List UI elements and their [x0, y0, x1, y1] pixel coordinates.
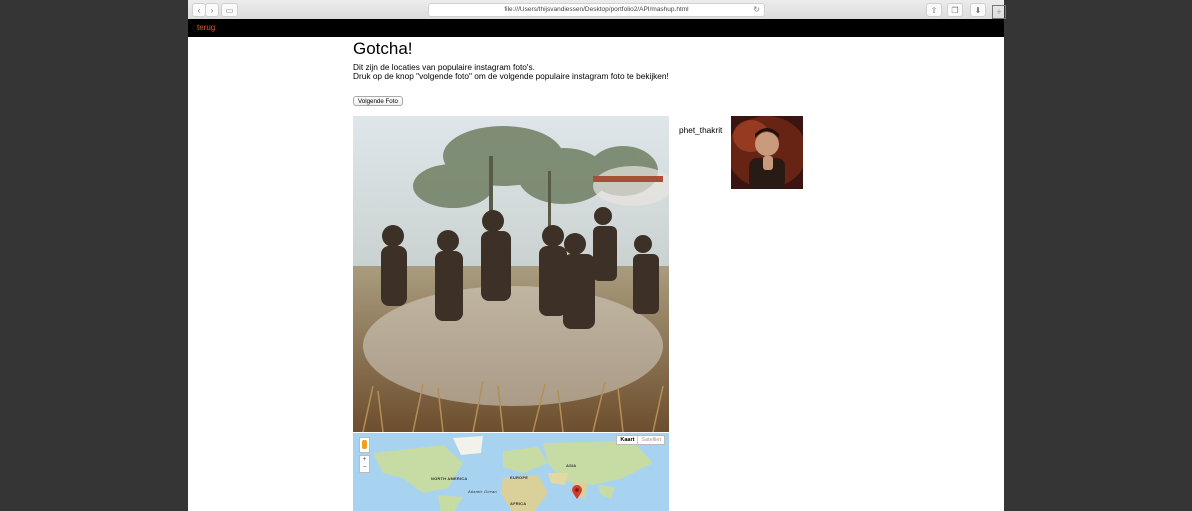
- map-type-satelliet[interactable]: Satelliet: [637, 436, 664, 444]
- next-photo-button[interactable]: Volgende Foto: [353, 96, 403, 106]
- zoom-out-icon[interactable]: −: [360, 464, 369, 472]
- location-map[interactable]: NORTH AMERICA EUROPE ASIA AFRICA Atlanti…: [353, 433, 669, 511]
- downloads-icon[interactable]: ⬇: [970, 3, 986, 17]
- instagram-username: phet_thakrit: [679, 125, 723, 135]
- location-marker-icon[interactable]: [572, 485, 582, 499]
- page-navbar: terug: [188, 19, 1004, 37]
- map-label-atlantic: Atlantic Ocean: [468, 489, 497, 494]
- instagram-photo: [353, 116, 669, 432]
- back-link[interactable]: terug: [197, 23, 215, 32]
- zoom-control: + −: [359, 455, 370, 473]
- map-type-kaart[interactable]: Kaart: [617, 436, 637, 444]
- sidebar-icon[interactable]: ▭: [221, 3, 238, 17]
- user-avatar: [731, 116, 803, 189]
- map-label-europe: EUROPE: [510, 475, 529, 480]
- url-text: file:///Users/thijsvandiessen/Desktop/po…: [504, 6, 689, 13]
- browser-window: ‹ › ▭ file:///Users/thijsvandiessen/Desk…: [188, 0, 1004, 511]
- back-icon[interactable]: ‹: [192, 3, 206, 17]
- map-label-africa: AFRICA: [510, 501, 527, 506]
- share-icon[interactable]: ⇧: [926, 3, 942, 17]
- forward-icon[interactable]: ›: [205, 3, 219, 17]
- address-bar[interactable]: file:///Users/thijsvandiessen/Desktop/po…: [428, 3, 765, 17]
- browser-toolbar: ‹ › ▭ file:///Users/thijsvandiessen/Desk…: [188, 0, 1004, 20]
- intro-line-2: Druk op de knop "volgende foto" om de vo…: [353, 71, 669, 81]
- intro-text: Dit zijn de locaties van populaire insta…: [353, 63, 713, 81]
- map-label-asia: ASIA: [566, 463, 577, 468]
- zoom-in-icon[interactable]: +: [360, 456, 369, 464]
- map-label-north-america: NORTH AMERICA: [431, 476, 468, 481]
- map-type-control: Kaart Satelliet: [616, 435, 665, 445]
- reload-icon[interactable]: ↻: [753, 4, 760, 16]
- tabs-icon[interactable]: ❐: [947, 3, 963, 17]
- pegman-icon[interactable]: [359, 437, 370, 453]
- add-tab-icon[interactable]: +: [992, 5, 1006, 19]
- page-title: Gotcha!: [353, 39, 413, 58]
